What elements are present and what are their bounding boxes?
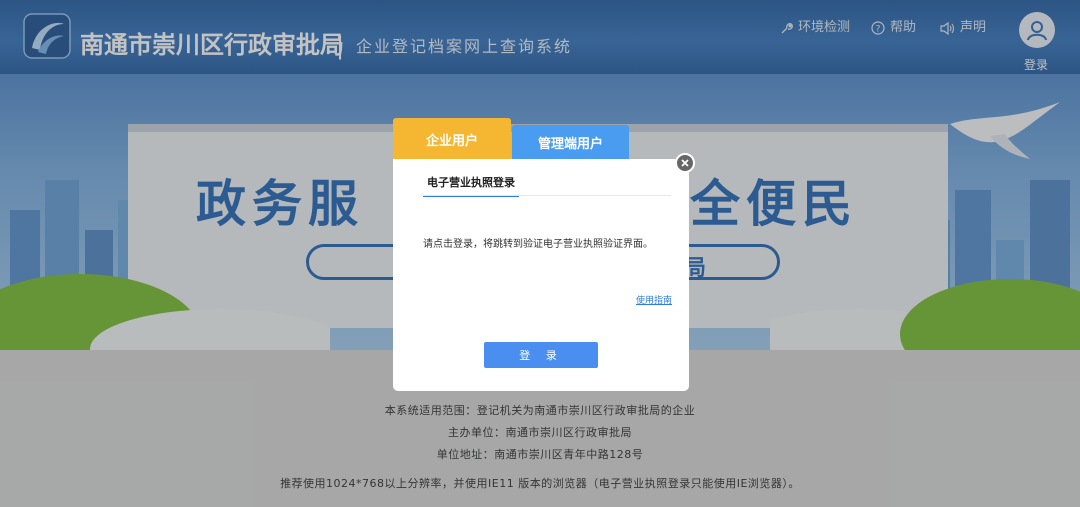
login-hint: 请点击登录，将跳转到验证电子营业执照验证界面。 (423, 239, 653, 250)
tab-e-license-login[interactable]: 电子营业执照登录 (423, 174, 519, 197)
tab-enterprise-user[interactable]: 企业用户 (393, 118, 511, 160)
login-button[interactable]: 登 录 (484, 342, 598, 368)
close-button[interactable] (675, 153, 695, 173)
sub-tab-divider (423, 195, 671, 196)
user-guide-link[interactable]: 使用指南 (636, 293, 672, 306)
tab-admin-user[interactable]: 管理端用户 (512, 125, 629, 160)
close-icon (681, 159, 689, 167)
